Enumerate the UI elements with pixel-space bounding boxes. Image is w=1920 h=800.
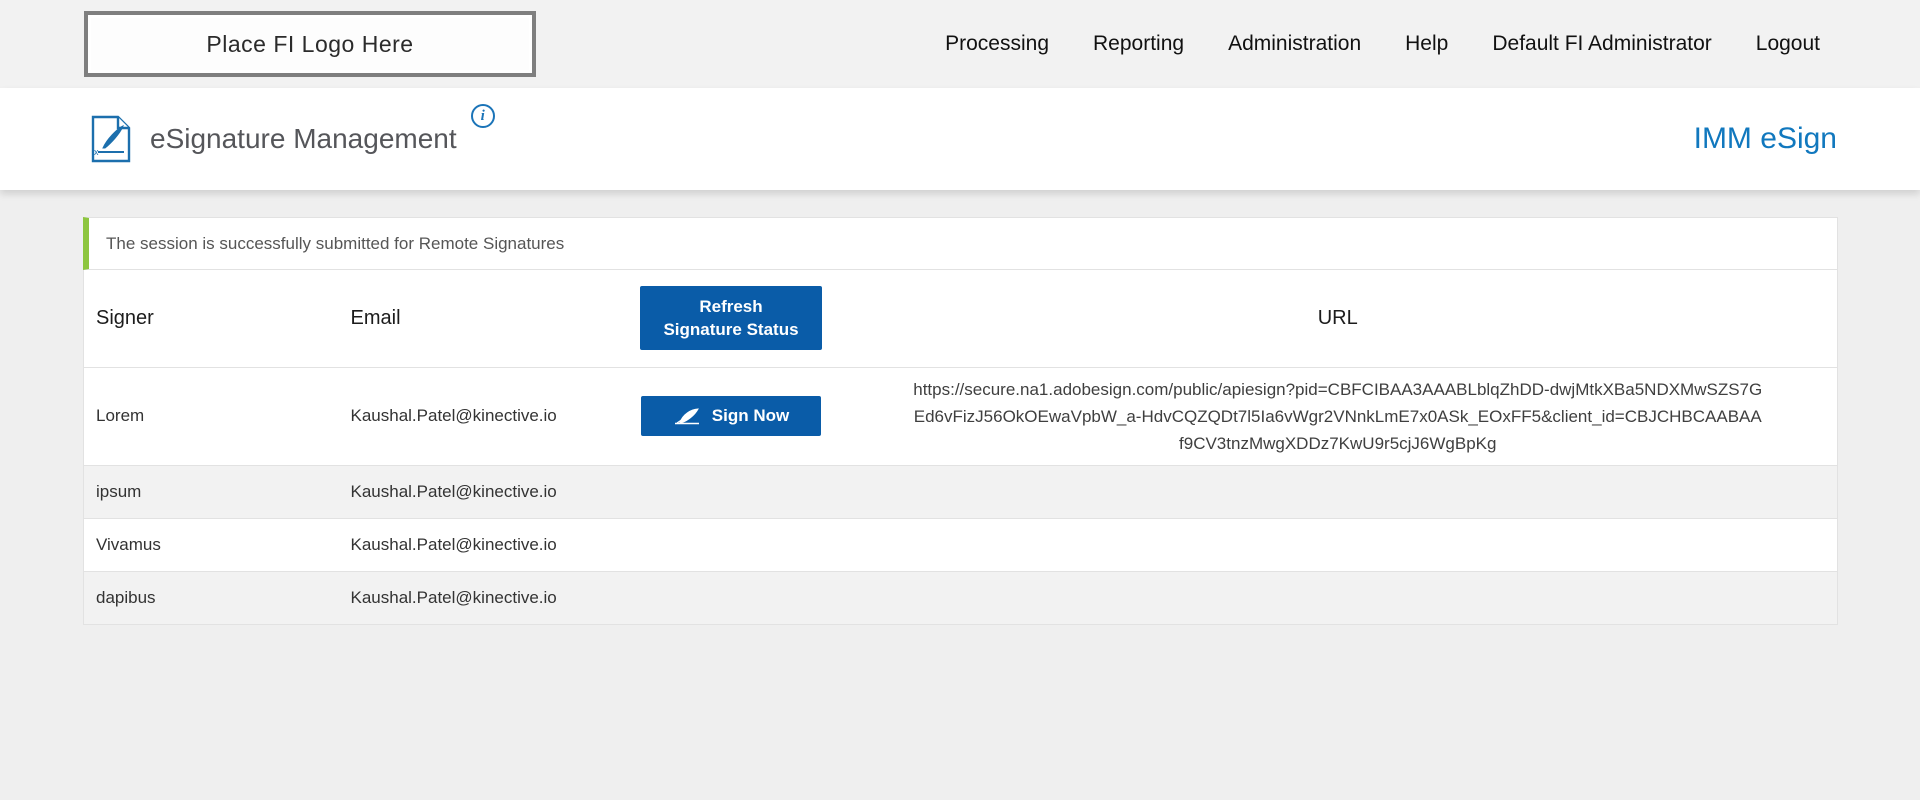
top-bar: Place FI Logo Here Processing Reporting … [0,0,1920,88]
nav-item-processing[interactable]: Processing [945,32,1049,56]
signer-action-cell [624,465,839,518]
sign-now-button[interactable]: Sign Now [641,396,821,436]
table-row: ipsum Kaushal.Patel@kinective.io [84,465,1838,518]
signer-name: Vivamus [84,518,339,571]
signer-action-cell [624,571,839,624]
fi-logo-text: Place FI Logo Here [206,31,413,58]
col-header-status: Refresh Signature Status [624,270,839,367]
table-row: Vivamus Kaushal.Patel@kinective.io [84,518,1838,571]
signer-url-cell: https://secure.na1.adobesign.com/public/… [839,367,1838,465]
refresh-signature-status-button[interactable]: Refresh Signature Status [640,286,822,350]
brand-text: IMM eSign [1694,122,1837,156]
col-header-signer: Signer [84,270,339,367]
fi-logo-placeholder: Place FI Logo Here [84,11,536,77]
signer-name: dapibus [84,571,339,624]
table-header-row: Signer Email Refresh Signature Status UR… [84,270,1838,367]
signer-url-cell [839,518,1838,571]
main-nav: Processing Reporting Administration Help… [945,32,1820,56]
signer-email: Kaushal.Patel@kinective.io [339,465,624,518]
signers-table: Signer Email Refresh Signature Status UR… [83,270,1838,625]
signer-email: Kaushal.Patel@kinective.io [339,571,624,624]
success-banner: The session is successfully submitted fo… [83,217,1838,270]
signer-action-cell: Sign Now [624,367,839,465]
signer-email: Kaushal.Patel@kinective.io [339,367,624,465]
sign-now-label: Sign Now [712,406,789,426]
nav-item-logout[interactable]: Logout [1756,32,1820,56]
col-header-email: Email [339,270,624,367]
signer-name: Lorem [84,367,339,465]
refresh-button-line1: Refresh [640,295,822,318]
main-content: The session is successfully submitted fo… [0,190,1920,625]
quill-pen-icon [673,407,703,426]
signer-name: ipsum [84,465,339,518]
signer-url: https://secure.na1.adobesign.com/public/… [913,376,1763,457]
refresh-button-line2: Signature Status [640,318,822,341]
esignature-document-icon: x [90,115,132,163]
nav-item-reporting[interactable]: Reporting [1093,32,1184,56]
nav-item-help[interactable]: Help [1405,32,1448,56]
col-header-url: URL [839,270,1838,367]
page-title: eSignature Management [150,123,457,155]
info-icon[interactable]: i [471,104,495,128]
signer-url-cell [839,571,1838,624]
page-header: x eSignature Management i IMM eSign [0,88,1920,190]
success-message: The session is successfully submitted fo… [106,234,564,254]
svg-text:x: x [94,147,99,157]
signer-action-cell [624,518,839,571]
table-row: dapibus Kaushal.Patel@kinective.io [84,571,1838,624]
signer-url-cell [839,465,1838,518]
table-row: Lorem Kaushal.Patel@kinective.io Sign No… [84,367,1838,465]
signer-email: Kaushal.Patel@kinective.io [339,518,624,571]
nav-item-administration[interactable]: Administration [1228,32,1361,56]
nav-item-current-user[interactable]: Default FI Administrator [1492,32,1711,56]
